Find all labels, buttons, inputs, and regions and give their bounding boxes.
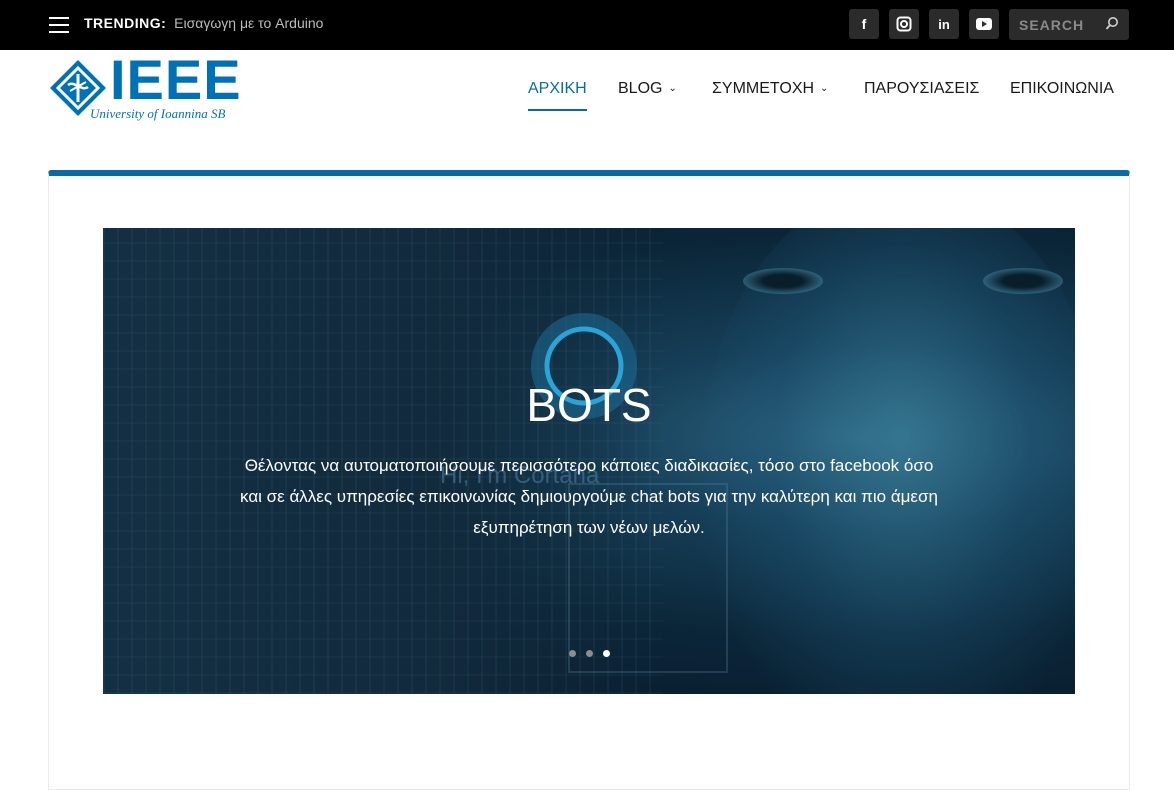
logo-text: IEEE — [110, 48, 242, 111]
menu-icon[interactable] — [49, 17, 69, 33]
search-input[interactable] — [1019, 15, 1104, 35]
nav-label: ΕΠΙΚΟΙΝΩΝΙΑ — [1010, 80, 1114, 97]
chevron-down-icon: ⌄ — [820, 83, 829, 94]
youtube-icon[interactable] — [969, 9, 999, 39]
nav-item-contact[interactable]: ΕΠΙΚΟΙΝΩΝΙΑ — [1010, 80, 1114, 100]
nav-item-presentations[interactable]: ΠΑΡΟΥΣΙΑΣΕΙΣ — [864, 80, 979, 100]
slider-dot-2[interactable] — [586, 650, 593, 657]
active-underline — [528, 109, 587, 111]
instagram-glyph — [896, 16, 912, 32]
nav-item-blog[interactable]: BLOG ⌄ — [618, 80, 677, 100]
nav-label: ΠΑΡΟΥΣΙΑΣΕΙΣ — [864, 80, 980, 97]
nav-label: ΣΥΜΜΕΤΟΧΗ — [712, 80, 815, 97]
search-icon[interactable] — [1105, 16, 1119, 32]
slide-title: BOTS — [526, 379, 652, 431]
nav-label: ΑΡΧΙΚΗ — [528, 80, 587, 97]
slider-dot-3[interactable] — [603, 650, 610, 657]
top-bar: TRENDING: Εισαγωγη με το Arduino f in — [0, 0, 1174, 50]
facebook-glyph: f — [861, 16, 867, 32]
nav-item-participation[interactable]: ΣΥΜΜΕΤΟΧΗ ⌄ — [712, 80, 828, 100]
facebook-icon[interactable]: f — [849, 9, 879, 39]
logo-subtitle: University of Ioannina SB — [90, 106, 226, 121]
site-logo[interactable]: IEEE University of Ioannina SB — [48, 52, 248, 121]
trending-link[interactable]: Εισαγωγη με το Arduino — [174, 15, 323, 31]
trending-bar: TRENDING: Εισαγωγη με το Arduino — [84, 15, 323, 31]
trending-label: TRENDING: — [84, 15, 167, 31]
nav-item-home[interactable]: ΑΡΧΙΚΗ — [528, 80, 587, 111]
nav-label: BLOG — [618, 80, 663, 97]
instagram-icon[interactable] — [889, 9, 919, 39]
slide-description: Θέλοντας να αυτοματοποιήσουμε περισσότερ… — [240, 456, 938, 537]
youtube-glyph — [976, 18, 992, 30]
linkedin-icon[interactable]: in — [929, 9, 959, 39]
slider-dot-1[interactable] — [569, 650, 576, 657]
chevron-down-icon: ⌄ — [668, 83, 677, 94]
linkedin-glyph: in — [938, 16, 950, 32]
search-box — [1009, 9, 1129, 40]
